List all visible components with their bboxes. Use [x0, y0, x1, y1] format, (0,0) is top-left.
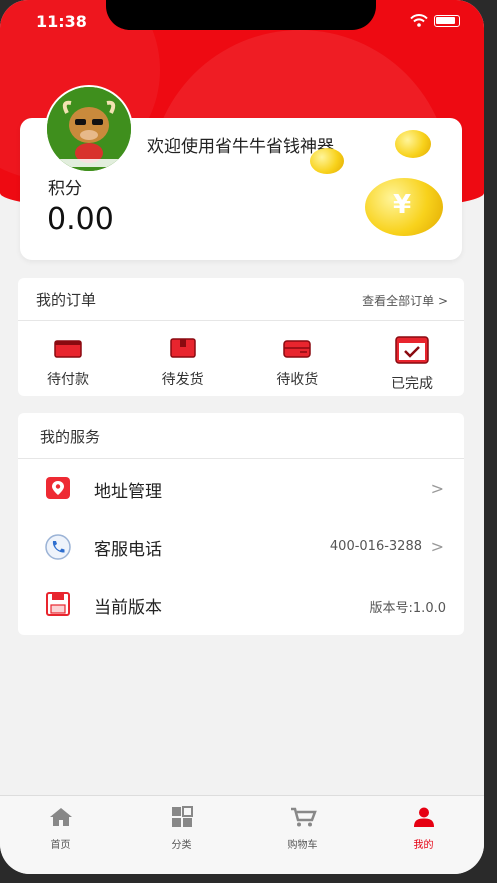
home-icon: [49, 808, 72, 826]
tab-label: 分类: [171, 840, 192, 851]
service-label: 地址管理: [94, 482, 162, 502]
orders-title: 我的订单: [36, 291, 97, 309]
order-label: 已完成: [390, 376, 433, 392]
view-all-orders-link[interactable]: 查看全部订单 >: [362, 292, 448, 309]
tab-label: 我的: [413, 840, 434, 851]
tab-label: 首页: [50, 840, 71, 851]
tab-mine[interactable]: 我的: [363, 796, 484, 874]
order-pending-payment[interactable]: 待付款: [28, 335, 108, 393]
order-completed[interactable]: 已完成: [372, 335, 452, 393]
order-pending-shipment[interactable]: 待发货: [143, 335, 223, 393]
app-screen: 11:38 欢迎使用省牛牛省钱神器 积分 0.00 ¥ 我的订单 查看全部订单 …: [0, 0, 484, 874]
order-pending-receipt[interactable]: 待收货: [257, 335, 337, 393]
location-pin-icon: [46, 477, 70, 499]
tab-cart[interactable]: 购物车: [242, 796, 363, 874]
calendar-check-icon: [395, 336, 429, 364]
order-status-list: 待付款 待发货 待收货 已完成: [18, 321, 464, 393]
wifi-icon: [410, 14, 428, 27]
coin-icon: [395, 130, 431, 158]
coin-icon: [310, 148, 344, 174]
points-value: 0.00: [47, 202, 114, 237]
battery-icon: [434, 14, 460, 27]
orders-section: 我的订单 查看全部订单 > 待付款 待发货 待收货 已完成: [18, 278, 464, 396]
delivery-box-icon: [283, 340, 312, 358]
tab-label: 购物车: [287, 840, 318, 851]
service-label: 当前版本: [94, 598, 162, 618]
grid-icon: [171, 806, 193, 827]
phone-icon: [45, 534, 71, 560]
avatar[interactable]: [45, 85, 133, 173]
service-label: 客服电话: [94, 540, 162, 560]
status-time: 11:38: [36, 12, 87, 31]
device-notch: [106, 0, 376, 30]
customer-phone-number: 400-016-3288: [329, 539, 422, 554]
orders-header: 我的订单 查看全部订单 >: [18, 278, 464, 321]
welcome-text: 欢迎使用省牛牛省钱神器: [147, 137, 334, 157]
services-title: 我的服务: [40, 428, 101, 446]
chevron-right-icon: >: [430, 479, 444, 498]
tab-category[interactable]: 分类: [121, 796, 242, 874]
user-icon: [413, 807, 434, 827]
order-label: 待收货: [276, 372, 319, 388]
order-label: 待发货: [161, 372, 204, 388]
cart-icon: [290, 807, 317, 827]
bottom-tab-bar: 首页 分类 购物车 我的: [0, 795, 484, 874]
chevron-right-icon: >: [430, 537, 444, 556]
version-number: 版本号:1.0.0: [369, 601, 446, 616]
service-address-management[interactable]: 地址管理 >: [18, 459, 464, 517]
status-icons: [410, 14, 460, 27]
save-icon: [46, 592, 70, 616]
wallet-icon: [54, 340, 82, 358]
services-section: 我的服务 地址管理 > 客服电话 400-016-3288 > 当前版本 版本号…: [18, 413, 464, 635]
cow-logo-icon: [47, 87, 131, 171]
service-current-version: 当前版本 版本号:1.0.0: [18, 575, 464, 633]
services-header: 我的服务: [18, 413, 464, 459]
points-label: 积分: [48, 179, 82, 199]
order-label: 待付款: [47, 372, 89, 388]
coin-icon: ¥: [365, 178, 443, 236]
tab-home[interactable]: 首页: [0, 796, 121, 874]
service-customer-phone[interactable]: 客服电话 400-016-3288 >: [18, 517, 464, 575]
package-icon: [169, 338, 196, 358]
